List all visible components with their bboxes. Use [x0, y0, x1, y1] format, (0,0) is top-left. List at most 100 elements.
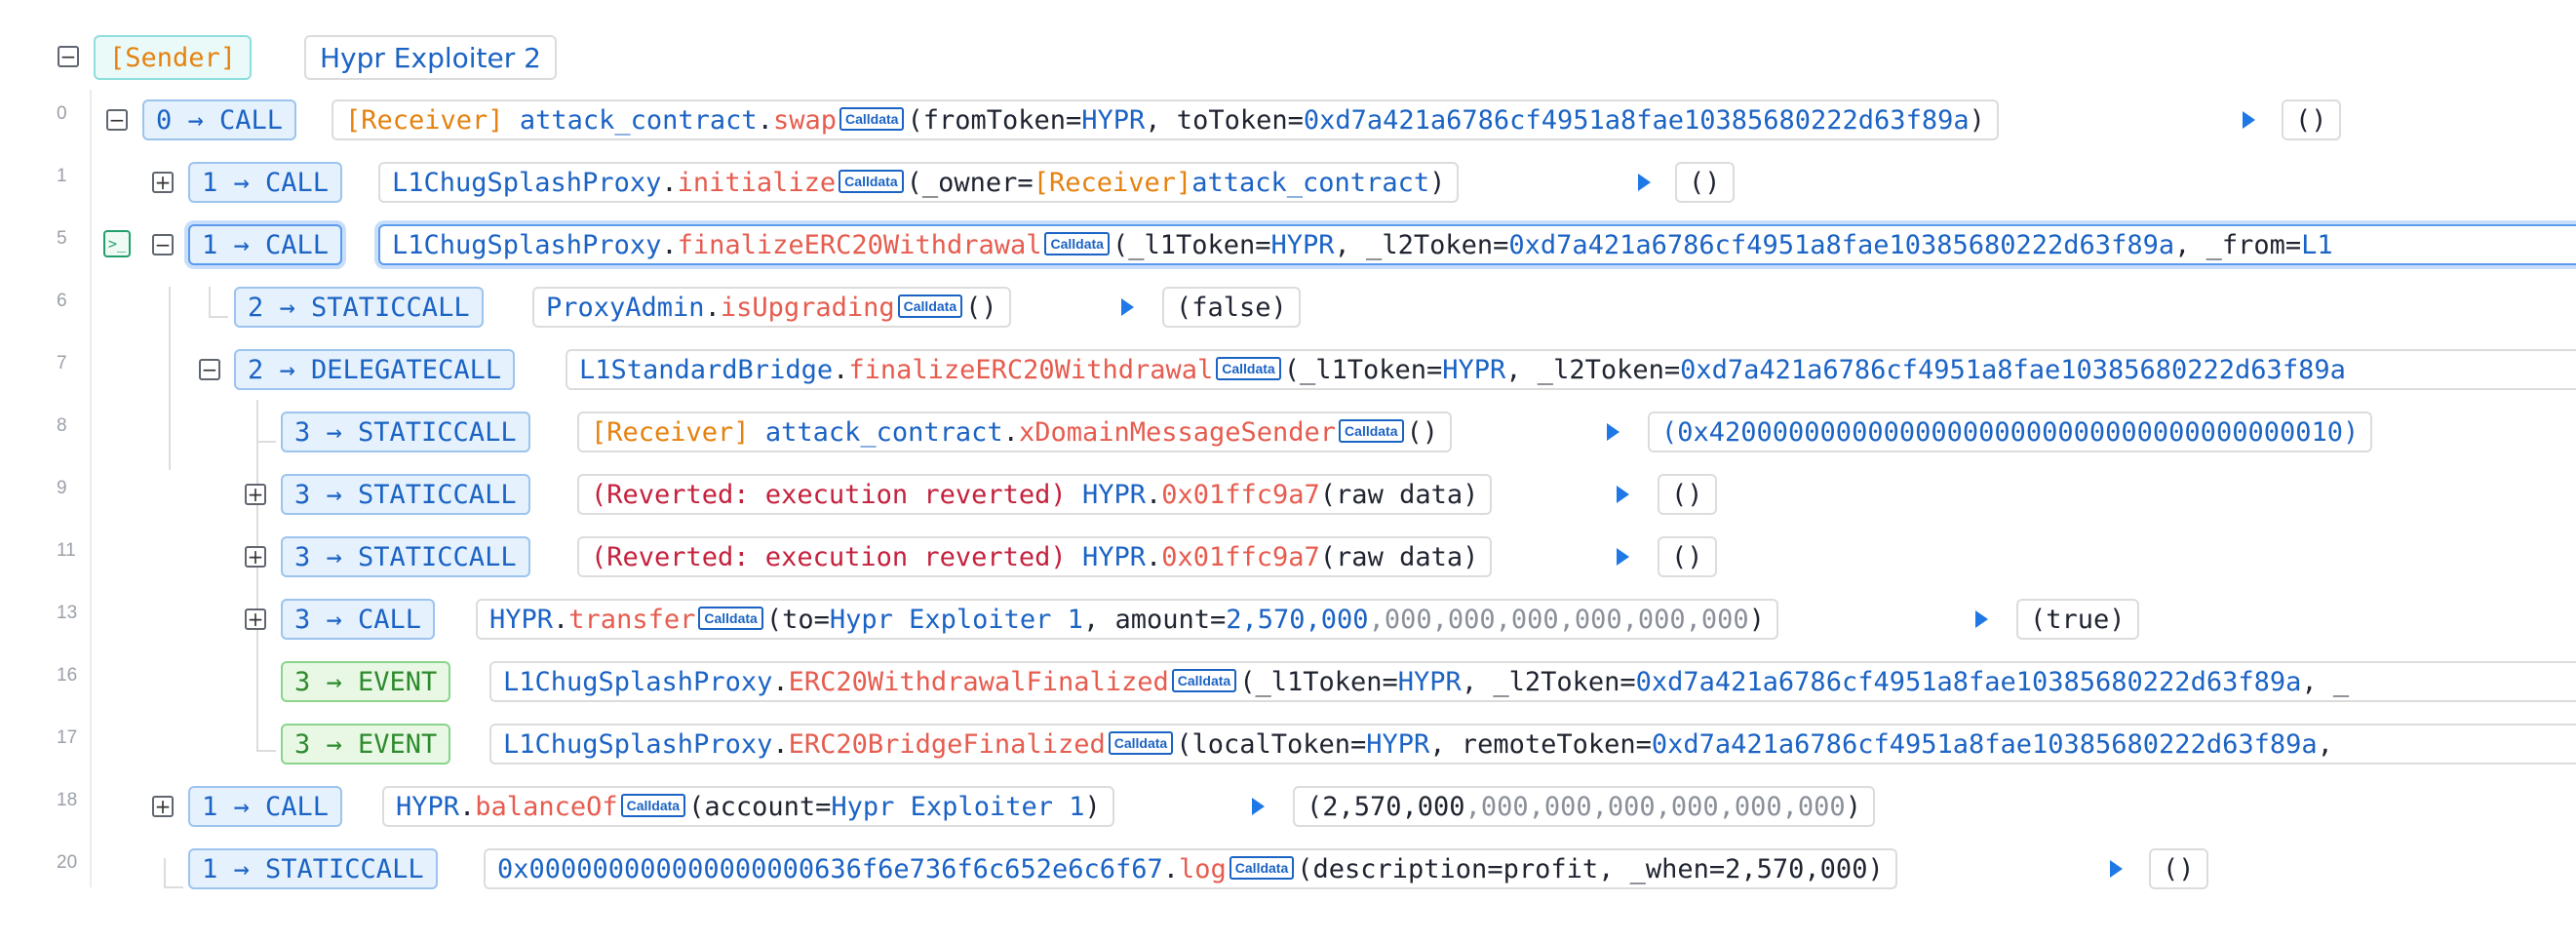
- gutter-divider: [90, 90, 92, 887]
- call-type-badge[interactable]: 3 → STATICCALL: [281, 474, 530, 515]
- arg-value[interactable]: Hypr Exploiter 1: [830, 605, 1083, 635]
- expand-return-arrow[interactable]: [1252, 798, 1265, 815]
- return-value: (true): [2016, 599, 2139, 640]
- return-value: (): [1658, 474, 1717, 515]
- arg-value[interactable]: Hypr Exploiter 1: [831, 792, 1084, 822]
- contract-name[interactable]: attack_contract: [520, 105, 758, 136]
- contract-name[interactable]: HYPR: [1082, 480, 1146, 510]
- expand-return-arrow[interactable]: [1607, 423, 1620, 441]
- return-value: (): [1658, 536, 1717, 577]
- expand-toggle[interactable]: +: [245, 484, 266, 505]
- arg-value[interactable]: attack_contract: [1191, 168, 1429, 198]
- contract-name[interactable]: ProxyAdmin: [546, 293, 705, 323]
- arg-value[interactable]: L1: [2301, 230, 2333, 260]
- collapse-toggle[interactable]: −: [106, 109, 128, 131]
- arg-key: , _l2Token=: [1334, 229, 1509, 260]
- call-type-badge[interactable]: 3 → STATICCALL: [281, 536, 530, 577]
- function-name: balanceOf: [475, 791, 618, 822]
- contract-name[interactable]: HYPR: [1082, 542, 1146, 572]
- event-details[interactable]: L1ChugSplashProxy. ERC20BridgeFinalized C…: [489, 724, 2576, 765]
- contract-name[interactable]: HYPR: [396, 792, 459, 822]
- expand-return-arrow[interactable]: [1617, 486, 1629, 503]
- arg-value: 2,570,000: [1226, 604, 1369, 635]
- call-type-badge[interactable]: 3 → CALL: [281, 599, 436, 640]
- calldata-icon[interactable]: Calldata: [1171, 669, 1237, 692]
- expand-toggle[interactable]: +: [245, 608, 266, 630]
- call-type-badge[interactable]: 1 → CALL: [188, 162, 343, 203]
- arg-value[interactable]: 0xd7a421a6786cf4951a8fae10385680222d63f8…: [1304, 105, 1970, 136]
- call-type-badge[interactable]: 3 → STATICCALL: [281, 412, 530, 452]
- line-number: 1: [57, 166, 67, 186]
- arg-value[interactable]: 0xd7a421a6786cf4951a8fae10385680222d63f8…: [1508, 230, 2174, 260]
- arg-value[interactable]: HYPR: [1442, 355, 1505, 385]
- expand-return-arrow[interactable]: [2110, 860, 2123, 878]
- calldata-icon[interactable]: Calldata: [698, 607, 763, 630]
- return-value: (): [1675, 162, 1735, 203]
- call-details[interactable]: 0x000000000000000000636f6e736f6c652e6c6f…: [484, 848, 1897, 889]
- call-details[interactable]: L1ChugSplashProxy. finalizeERC20Withdrawa…: [378, 224, 2576, 265]
- arg-value[interactable]: 0xd7a421a6786cf4951a8fae10385680222d63f8…: [1636, 667, 2302, 697]
- contract-name[interactable]: 0x000000000000000000636f6e736f6c652e6c6f…: [497, 854, 1163, 884]
- contract-name[interactable]: attack_contract: [765, 417, 1003, 448]
- calldata-icon[interactable]: Calldata: [1044, 232, 1110, 255]
- contract-name[interactable]: L1StandardBridge: [579, 355, 833, 385]
- contract-name[interactable]: L1ChugSplashProxy: [503, 729, 772, 760]
- event-details[interactable]: L1ChugSplashProxy. ERC20WithdrawalFinaliz…: [489, 661, 2576, 702]
- call-details[interactable]: [Receiver] attack_contract. xDomainMessag…: [577, 412, 1453, 452]
- contract-name[interactable]: L1ChugSplashProxy: [392, 168, 661, 198]
- sender-name-badge[interactable]: Hypr Exploiter 2: [304, 35, 557, 80]
- call-type-badge[interactable]: 1 → STATICCALL: [188, 848, 438, 889]
- function-name: 0x01ffc9a7: [1161, 479, 1320, 510]
- call-details[interactable]: HYPR. transfer Calldata (to= Hypr Exploite…: [476, 599, 1778, 640]
- call-details[interactable]: (Reverted: execution reverted) HYPR. 0x01…: [577, 536, 1493, 577]
- calldata-icon[interactable]: Calldata: [620, 794, 686, 817]
- calldata-icon[interactable]: Calldata: [897, 294, 963, 318]
- call-details[interactable]: (Reverted: execution reverted) HYPR. 0x01…: [577, 474, 1493, 515]
- expand-return-arrow[interactable]: [1617, 548, 1629, 566]
- arg-key: , _l2Token=: [1461, 666, 1636, 697]
- contract-name[interactable]: HYPR: [489, 605, 553, 635]
- event-type-badge[interactable]: 3 → EVENT: [281, 661, 451, 702]
- collapse-toggle[interactable]: −: [152, 234, 174, 255]
- call-details[interactable]: L1StandardBridge. finalizeERC20Withdrawal…: [566, 349, 2576, 390]
- expand-return-arrow[interactable]: [1638, 174, 1651, 191]
- collapse-toggle-root[interactable]: −: [58, 46, 79, 67]
- call-details[interactable]: ProxyAdmin. isUpgrading Calldata (): [532, 287, 1011, 328]
- function-name: initialize: [677, 167, 837, 198]
- arg-value[interactable]: 0xd7a421a6786cf4951a8fae10385680222d63f8…: [1652, 729, 2318, 760]
- expand-return-arrow[interactable]: [1121, 298, 1134, 316]
- arg-value[interactable]: HYPR: [1081, 105, 1145, 136]
- call-details[interactable]: [Receiver] attack_contract. swap Calldata…: [332, 99, 1999, 140]
- calldata-icon[interactable]: Calldata: [1216, 357, 1281, 380]
- expand-return-arrow[interactable]: [1975, 610, 1988, 628]
- expand-toggle[interactable]: +: [152, 796, 174, 817]
- collapse-toggle[interactable]: −: [199, 359, 220, 380]
- calldata-icon[interactable]: Calldata: [1339, 419, 1404, 443]
- line-number: 6: [57, 291, 67, 311]
- call-type-badge[interactable]: 1 → CALL: [188, 786, 343, 827]
- contract-name[interactable]: L1ChugSplashProxy: [392, 230, 661, 260]
- expand-toggle[interactable]: +: [245, 546, 266, 568]
- expand-return-arrow[interactable]: [2243, 111, 2255, 129]
- expand-toggle[interactable]: +: [152, 172, 174, 193]
- calldata-icon[interactable]: Calldata: [839, 107, 905, 131]
- args: (raw data): [1319, 541, 1479, 572]
- contract-name[interactable]: L1ChugSplashProxy: [503, 667, 772, 697]
- event-type-badge[interactable]: 3 → EVENT: [281, 724, 451, 765]
- arg-value[interactable]: HYPR: [1366, 729, 1429, 760]
- call-type-badge[interactable]: 2 → DELEGATECALL: [234, 349, 516, 390]
- call-details[interactable]: HYPR. balanceOf Calldata (account= Hypr Ex…: [382, 786, 1114, 827]
- arg-value[interactable]: HYPR: [1398, 667, 1462, 697]
- call-details[interactable]: L1ChugSplashProxy. initialize Calldata (_…: [378, 162, 1460, 203]
- calldata-icon[interactable]: Calldata: [1229, 856, 1295, 880]
- arg-value[interactable]: HYPR: [1271, 230, 1335, 260]
- return-value[interactable]: (0x4200000000000000000000000000000000000…: [1648, 412, 2373, 452]
- call-type-badge[interactable]: 2 → STATICCALL: [234, 287, 484, 328]
- call-type-badge[interactable]: 0 → CALL: [142, 99, 297, 140]
- calldata-icon[interactable]: Calldata: [1108, 731, 1174, 755]
- terminal-icon[interactable]: >_: [103, 230, 131, 257]
- calldata-icon[interactable]: Calldata: [839, 170, 904, 193]
- arg-value[interactable]: 0xd7a421a6786cf4951a8fae10385680222d63f8…: [1680, 355, 2346, 385]
- receiver-label: [Receiver]: [345, 104, 504, 136]
- call-type-badge[interactable]: 1 → CALL: [188, 224, 343, 265]
